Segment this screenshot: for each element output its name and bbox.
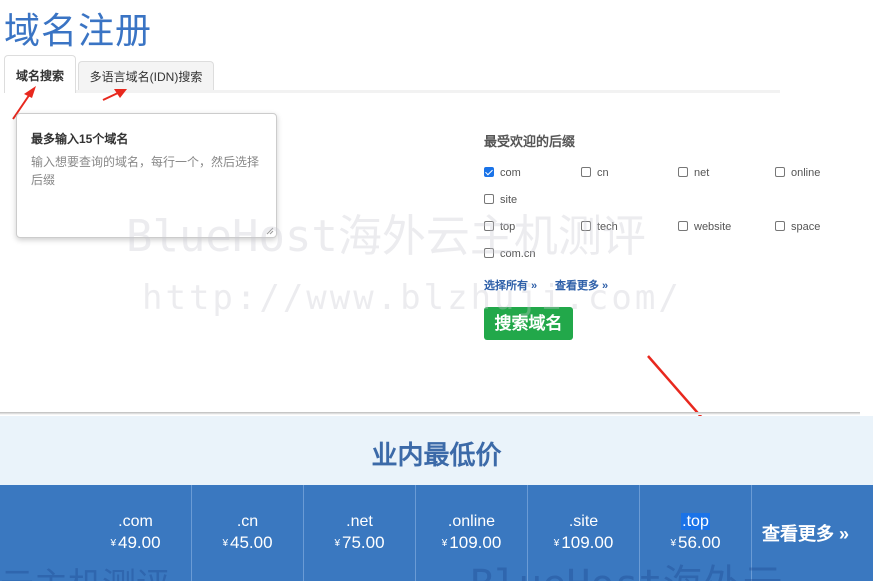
selected-text-highlight: .top — [681, 513, 710, 530]
suffix-label: space — [791, 221, 821, 233]
suffix-label: tech — [597, 221, 618, 233]
domain-input-placeholder: 输入想要查询的域名，每行一个，然后选择后缀 — [31, 155, 260, 187]
price-ext: .net — [346, 513, 373, 530]
price-ext: .site — [568, 513, 599, 530]
checkbox-checked-icon[interactable] — [484, 167, 494, 177]
price-value: ¥45.00 — [222, 533, 273, 552]
domain-input-label: 最多输入15个域名 — [31, 132, 129, 146]
domain-input-box[interactable]: 最多输入15个域名 输入想要查询的域名，每行一个，然后选择后缀 — [16, 113, 277, 238]
price-ext: .top — [640, 513, 751, 531]
price-value: ¥75.00 — [334, 533, 385, 552]
suffix-checkbox-cn[interactable]: cn — [581, 166, 609, 180]
suffix-label: net — [694, 167, 710, 179]
suffix-checkbox-net[interactable]: net — [678, 166, 709, 180]
suffix-checkbox-site[interactable]: site — [484, 193, 517, 207]
price-ext: .online — [447, 513, 496, 530]
page-title: 域名注册 — [4, 11, 153, 52]
select-all-link[interactable]: 选择所有 » — [484, 277, 537, 293]
suffix-checkbox-website[interactable]: website — [678, 220, 731, 234]
suffix-label: site — [500, 194, 518, 206]
search-domain-button[interactable]: 搜索域名 — [484, 307, 573, 340]
price-ext: .cn — [236, 513, 259, 530]
suffix-section-title: 最受欢迎的后缀 — [484, 134, 576, 149]
price-cell-net[interactable]: .net ¥75.00 — [304, 485, 416, 581]
price-heading: 业内最低价 — [371, 440, 502, 470]
checkbox-icon[interactable] — [581, 221, 591, 231]
checkbox-icon[interactable] — [678, 167, 688, 177]
price-ext: .com — [118, 513, 153, 530]
suffix-checkbox-space[interactable]: space — [775, 220, 820, 234]
price-cell-cn[interactable]: .cn ¥45.00 — [192, 485, 304, 581]
price-value: ¥109.00 — [441, 533, 502, 552]
checkbox-icon[interactable] — [775, 167, 785, 177]
checkbox-icon[interactable] — [484, 221, 494, 231]
suffix-label: website — [694, 221, 732, 233]
suffix-label: online — [791, 167, 821, 179]
suffix-checkbox-com[interactable]: com — [484, 166, 521, 180]
tab-idn-search[interactable]: 多语言域名(IDN)搜索 — [78, 61, 214, 93]
suffix-label: top — [500, 221, 516, 233]
see-more-suffixes-link[interactable]: 查看更多 » — [555, 277, 608, 293]
suffix-label: com.cn — [500, 248, 536, 260]
price-value: ¥109.00 — [553, 533, 614, 552]
suffix-checkbox-online[interactable]: online — [775, 166, 820, 180]
price-cell-site[interactable]: .site ¥109.00 — [528, 485, 640, 581]
suffix-checkbox-tech[interactable]: tech — [581, 220, 618, 234]
price-cell-com[interactable]: .com ¥49.00 — [80, 485, 192, 581]
price-value: ¥56.00 — [670, 533, 721, 552]
checkbox-icon[interactable] — [678, 221, 688, 231]
tab-underline — [76, 90, 780, 93]
suffix-checkbox-top[interactable]: top — [484, 220, 515, 234]
checkbox-icon[interactable] — [581, 167, 591, 177]
resize-grip-icon[interactable] — [266, 227, 274, 235]
suffix-checkbox-comcn[interactable]: com.cn — [484, 247, 535, 261]
checkbox-icon[interactable] — [484, 248, 494, 258]
section-divider — [0, 412, 860, 415]
checkbox-icon[interactable] — [775, 221, 785, 231]
price-value: ¥49.00 — [110, 533, 161, 552]
suffix-label: cn — [597, 167, 609, 179]
see-more-prices-link[interactable]: 查看更多 » — [762, 520, 849, 546]
suffix-label: com — [500, 167, 521, 179]
price-cell-online[interactable]: .online ¥109.00 — [416, 485, 528, 581]
checkbox-icon[interactable] — [484, 194, 494, 204]
price-cell-top[interactable]: .top ¥56.00 — [640, 485, 752, 581]
annotation-arrow-tab2 — [102, 89, 127, 101]
